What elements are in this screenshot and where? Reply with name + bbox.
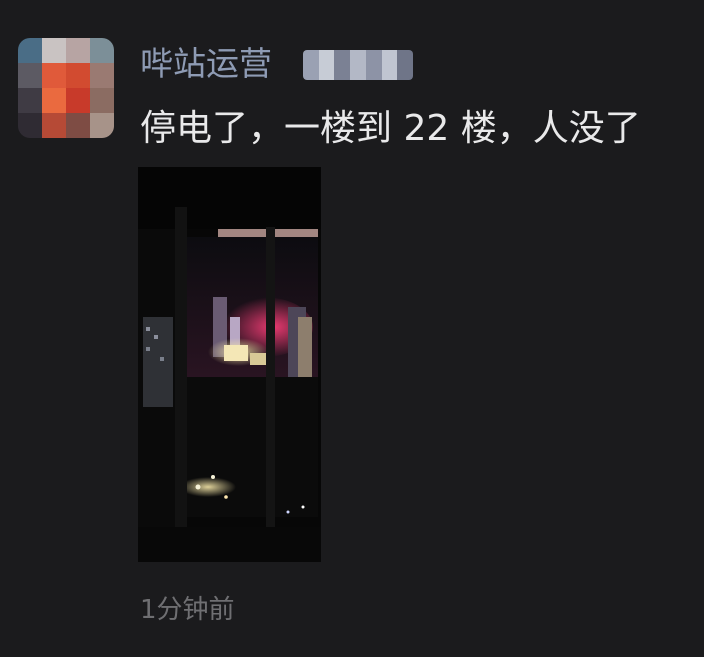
- avatar-mosaic-cell: [66, 63, 90, 88]
- avatar-mosaic-cell: [90, 88, 114, 113]
- name-mosaic-cell: [303, 50, 319, 80]
- post-photo[interactable]: [138, 167, 321, 562]
- avatar-mosaic-cell: [42, 63, 66, 88]
- avatar-mosaic-cell: [42, 38, 66, 63]
- avatar-mosaic-cell: [90, 38, 114, 63]
- name-mosaic-cell: [334, 50, 351, 80]
- avatar-mosaic-cell: [90, 63, 114, 88]
- author-name[interactable]: 哔站运营: [140, 40, 272, 88]
- night-window-photo-icon: [138, 167, 321, 562]
- blurred-name-mosaic-icon: [303, 50, 413, 80]
- post-timestamp: 1分钟前: [140, 595, 235, 625]
- avatar-mosaic-cell: [18, 88, 42, 113]
- avatar-mosaic-cell: [66, 113, 90, 138]
- name-mosaic-cell: [381, 50, 398, 80]
- avatar-mosaic-cell: [66, 38, 90, 63]
- name-mosaic-cell: [397, 50, 413, 80]
- avatar-mosaic-cell: [18, 113, 42, 138]
- avatar-mosaic-cell: [90, 113, 114, 138]
- name-mosaic-cell: [365, 50, 382, 80]
- moment-post: 哔站运营 停电了，一楼到 22 楼，人没了 1分钟前: [0, 0, 704, 657]
- name-mosaic-cell: [318, 50, 335, 80]
- avatar-mosaic-cell: [66, 88, 90, 113]
- avatar-mosaic-cell: [42, 88, 66, 113]
- avatar-mosaic-cell: [42, 113, 66, 138]
- avatar-mosaic-cell: [18, 38, 42, 63]
- post-text: 停电了，一楼到 22 楼，人没了: [140, 108, 641, 149]
- name-mosaic-cell: [350, 50, 366, 80]
- avatar[interactable]: [18, 38, 114, 138]
- avatar-mosaic-cell: [18, 63, 42, 88]
